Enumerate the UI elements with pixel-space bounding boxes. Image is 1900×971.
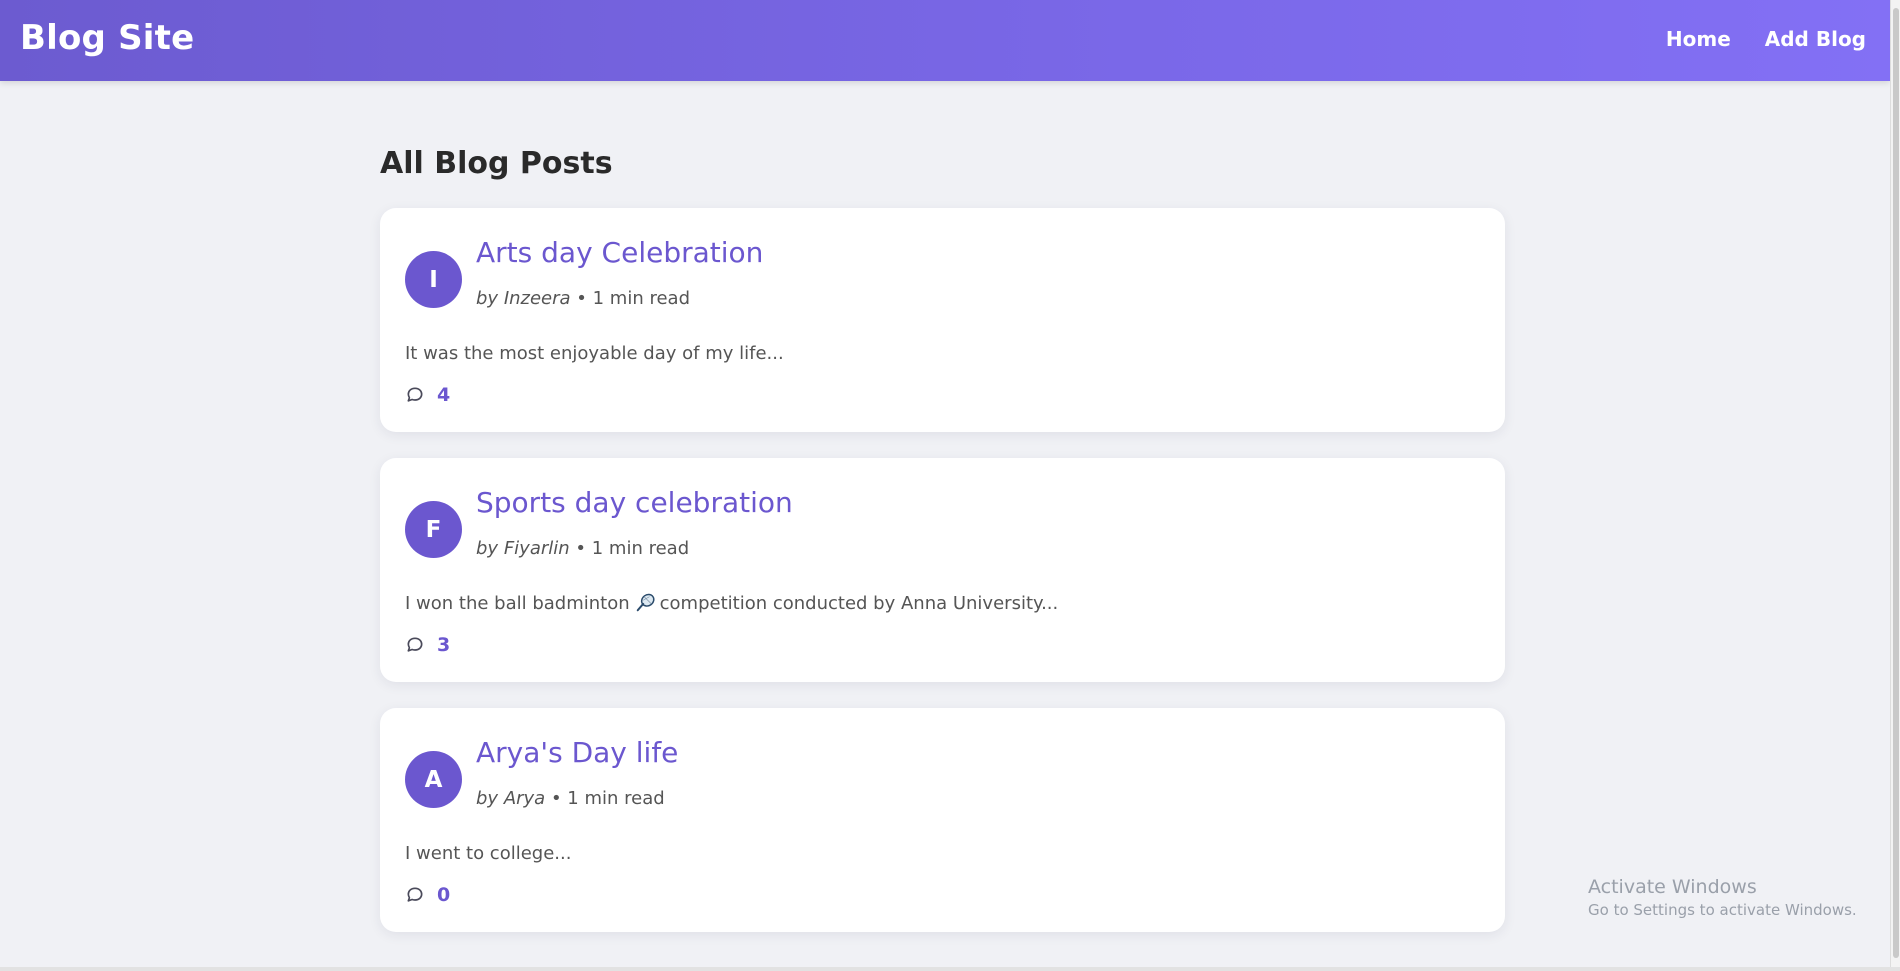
post-title-link[interactable]: Sports day celebration bbox=[476, 486, 793, 519]
comment-count: 3 bbox=[437, 634, 451, 656]
comment-count: 4 bbox=[437, 384, 451, 406]
activate-windows-watermark: Activate Windows Go to Settings to activ… bbox=[1588, 876, 1857, 919]
vertical-scrollbar[interactable] bbox=[1890, 0, 1900, 967]
read-time: • 1 min read bbox=[575, 538, 690, 559]
comments-button[interactable]: 0 bbox=[405, 884, 450, 906]
post-meta: by Inzeera • 1 min read bbox=[476, 288, 690, 309]
post-meta: by Fiyarlin • 1 min read bbox=[476, 538, 689, 559]
comment-count: 0 bbox=[437, 884, 451, 906]
read-time: • 1 min read bbox=[576, 288, 691, 309]
post-excerpt: It was the most enjoyable day of my life… bbox=[405, 343, 784, 364]
comment-bubble-icon bbox=[407, 887, 423, 902]
comments-button[interactable]: 3 bbox=[405, 634, 450, 656]
post-author: by Fiyarlin bbox=[476, 538, 570, 559]
watermark-title: Activate Windows bbox=[1588, 876, 1757, 898]
navbar: Blog Site Home Add Blog bbox=[0, 0, 1890, 81]
author-avatar: F bbox=[405, 501, 462, 558]
post-title-link[interactable]: Arya's Day life bbox=[476, 736, 678, 769]
nav-add-blog-link[interactable]: Add Blog bbox=[1765, 27, 1866, 51]
page-viewport: Blog Site Home Add Blog All Blog Posts I… bbox=[0, 0, 1890, 967]
comment-bubble-icon bbox=[407, 637, 423, 652]
author-avatar: A bbox=[405, 751, 462, 808]
post-title-link[interactable]: Arts day Celebration bbox=[476, 236, 763, 269]
post-card[interactable]: F Sports day celebration by Fiyarlin • 1… bbox=[380, 458, 1505, 682]
post-author: by Arya bbox=[476, 788, 546, 809]
comment-bubble-icon bbox=[407, 387, 423, 402]
nav-home-link[interactable]: Home bbox=[1666, 27, 1731, 51]
post-card[interactable]: A Arya's Day life by Arya • 1 min read I… bbox=[380, 708, 1505, 932]
scrollbar-thumb[interactable] bbox=[1893, 8, 1899, 958]
read-time: • 1 min read bbox=[550, 788, 665, 809]
window-bottom-edge bbox=[0, 967, 1900, 971]
post-excerpt: I went to college... bbox=[405, 843, 572, 864]
watermark-subtitle: Go to Settings to activate Windows. bbox=[1588, 901, 1857, 919]
comments-button[interactable]: 4 bbox=[405, 384, 450, 406]
post-author: by Inzeera bbox=[476, 288, 571, 309]
author-avatar: I bbox=[405, 251, 462, 308]
post-excerpt: I won the ball badminton competition con… bbox=[405, 593, 1059, 614]
brand-logo[interactable]: Blog Site bbox=[20, 18, 194, 58]
nav-links: Home Add Blog bbox=[1666, 27, 1866, 51]
post-card[interactable]: I Arts day Celebration by Inzeera • 1 mi… bbox=[380, 208, 1505, 432]
badminton-racket-icon bbox=[636, 593, 655, 612]
page-title: All Blog Posts bbox=[380, 146, 613, 181]
post-meta: by Arya • 1 min read bbox=[476, 788, 665, 809]
